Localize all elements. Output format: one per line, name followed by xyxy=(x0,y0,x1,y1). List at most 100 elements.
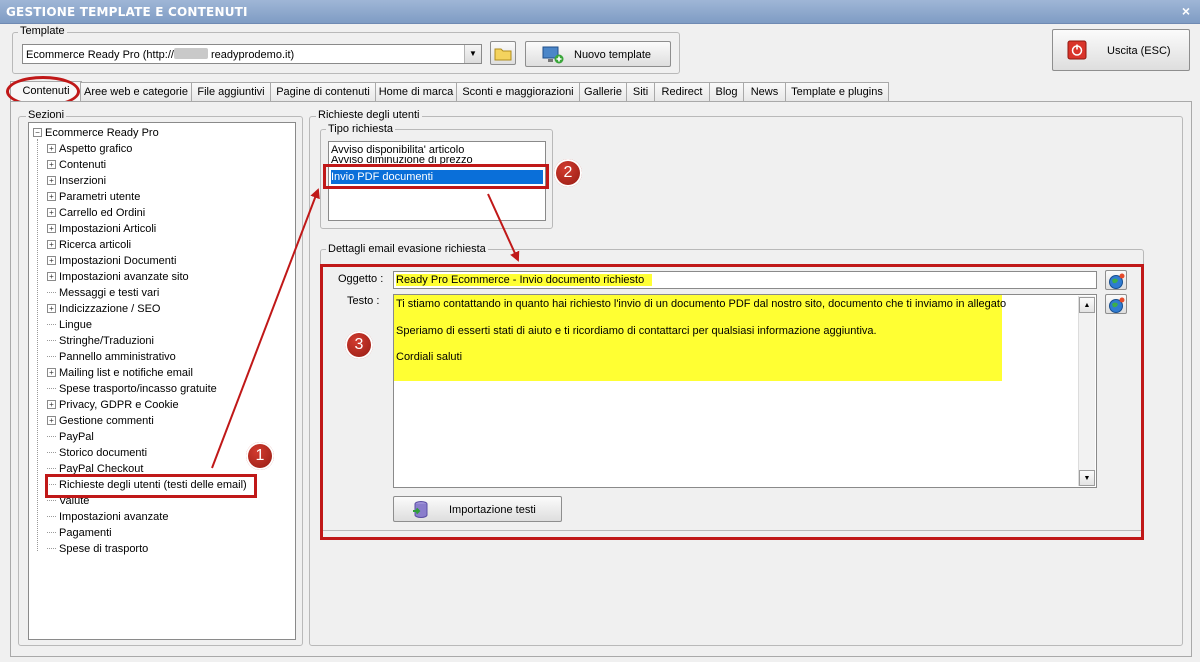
tree-item-label: Gestione commenti xyxy=(59,415,154,427)
tree-item[interactable]: + Impostazioni avanzate sito xyxy=(47,271,189,283)
folder-icon xyxy=(494,48,512,61)
expand-icon[interactable]: + xyxy=(47,400,56,409)
tree-item-label: Indicizzazione / SEO xyxy=(59,303,161,315)
annotation-box-details xyxy=(320,264,1144,540)
exit-label: Uscita (ESC) xyxy=(1107,45,1171,57)
tree-item-label: Ricerca articoli xyxy=(59,239,132,251)
annotation-box-type xyxy=(323,164,549,189)
tree-item[interactable]: + Impostazioni Documenti xyxy=(47,255,176,267)
tree-item-label: Impostazioni avanzate xyxy=(59,511,169,523)
tab-template-plugins[interactable]: Template e plugins xyxy=(785,82,889,102)
expand-icon[interactable]: + xyxy=(47,240,56,249)
expand-icon[interactable]: + xyxy=(47,144,56,153)
tree-connector xyxy=(47,500,56,501)
expand-icon[interactable]: + xyxy=(47,224,56,233)
tree-item[interactable]: Stringhe/Traduzioni xyxy=(47,335,154,347)
type-item[interactable]: Avviso disponibilita' articolo xyxy=(331,144,541,156)
tree-item[interactable]: + Aspetto grafico xyxy=(47,143,132,155)
tab-blog[interactable]: Blog xyxy=(709,82,744,102)
tab-gallerie[interactable]: Gallerie xyxy=(579,82,627,102)
tree-item-label: Impostazioni Documenti xyxy=(59,255,177,267)
template-select[interactable]: Ecommerce Ready Pro (http:// readyprodem… xyxy=(22,44,482,64)
tab-pagine-contenuti[interactable]: Pagine di contenuti xyxy=(270,82,376,102)
tree-item-label: Contenuti xyxy=(59,159,107,171)
annotation-box-tree-item xyxy=(45,474,257,498)
tab-file-aggiuntivi[interactable]: File aggiuntivi xyxy=(191,82,271,102)
collapse-icon[interactable]: − xyxy=(33,128,42,137)
tree-connector xyxy=(47,292,56,293)
expand-icon[interactable]: + xyxy=(47,304,56,313)
tree-item[interactable]: + Privacy, GDPR e Cookie xyxy=(47,399,179,411)
chevron-down-icon[interactable]: ▼ xyxy=(464,45,481,63)
expand-icon[interactable]: + xyxy=(47,192,56,201)
tree-item-label: Pagamenti xyxy=(59,527,112,539)
type-label: Tipo richiesta xyxy=(326,123,396,135)
tree-item[interactable]: Spese trasporto/incasso gratuite xyxy=(47,383,217,395)
tree-item-label: Stringhe/Traduzioni xyxy=(59,335,154,347)
tab-siti[interactable]: Siti xyxy=(626,82,655,102)
tree-item[interactable]: + Impostazioni Articoli xyxy=(47,223,156,235)
power-icon xyxy=(1067,40,1087,60)
tree-item[interactable]: + Carrello ed Ordini xyxy=(47,207,145,219)
tree-item[interactable]: + Inserzioni xyxy=(47,175,106,187)
tree-item-label: Spese trasporto/incasso gratuite xyxy=(59,383,217,395)
badge-step-1: 1 xyxy=(246,442,274,470)
expand-icon[interactable]: + xyxy=(47,176,56,185)
tree-item-label: Pannello amministrativo xyxy=(59,351,176,363)
tree-item[interactable]: + Contenuti xyxy=(47,159,106,171)
tree-item[interactable]: Spese di trasporto xyxy=(47,543,148,555)
expand-icon[interactable]: + xyxy=(47,416,56,425)
tree-item[interactable]: Pannello amministrativo xyxy=(47,351,176,363)
tree-connector xyxy=(47,436,56,437)
tree-item[interactable]: + Gestione commenti xyxy=(47,415,154,427)
tree-item-label: Lingue xyxy=(59,319,93,331)
tree-item[interactable]: Storico documenti xyxy=(47,447,147,459)
badge-step-2: 2 xyxy=(554,159,582,187)
tree-item-label: Carrello ed Ordini xyxy=(59,207,146,219)
tab-sconti[interactable]: Sconti e maggiorazioni xyxy=(456,82,580,102)
tree-item[interactable]: Lingue xyxy=(47,319,92,331)
tab-home-marca[interactable]: Home di marca xyxy=(375,82,457,102)
tab-news[interactable]: News xyxy=(743,82,786,102)
tree-connector xyxy=(47,548,56,549)
type-item[interactable]: Avviso diminuzione di prezzo xyxy=(331,156,541,164)
tree-item[interactable]: + Mailing list e notifiche email xyxy=(47,367,193,379)
exit-button[interactable]: Uscita (ESC) xyxy=(1052,29,1190,71)
add-monitor-icon xyxy=(542,46,564,64)
tab-aree-web[interactable]: Aree web e categorie xyxy=(80,82,192,102)
new-template-button[interactable]: Nuovo template xyxy=(525,41,671,67)
tree-item-label: PayPal xyxy=(59,431,94,443)
tree-item-label: Storico documenti xyxy=(59,447,148,459)
tree-item[interactable]: Impostazioni avanzate xyxy=(47,511,168,523)
tree-item-label: Impostazioni avanzate sito xyxy=(59,271,189,283)
tree-root[interactable]: − Ecommerce Ready Pro xyxy=(33,127,159,139)
expand-icon[interactable]: + xyxy=(47,256,56,265)
tree-connector xyxy=(47,388,56,389)
badge-step-3: 3 xyxy=(345,331,373,359)
tree-item-label: Spese di trasporto xyxy=(59,543,149,555)
template-group-label: Template xyxy=(18,25,67,37)
tree-connector xyxy=(47,324,56,325)
tree-item[interactable]: + Indicizzazione / SEO xyxy=(47,303,161,315)
tree-connector xyxy=(47,340,56,341)
tree-item[interactable]: + Ricerca articoli xyxy=(47,239,131,251)
expand-icon[interactable]: + xyxy=(47,160,56,169)
tree-connector xyxy=(47,468,56,469)
tab-redirect[interactable]: Redirect xyxy=(654,82,710,102)
tree-item[interactable]: PayPal xyxy=(47,431,94,443)
open-folder-button[interactable] xyxy=(490,41,516,65)
template-select-value: Ecommerce Ready Pro (http:// readyprodem… xyxy=(26,48,295,61)
tree-connector xyxy=(47,532,56,533)
expand-icon[interactable]: + xyxy=(47,208,56,217)
sections-tree[interactable]: − Ecommerce Ready Pro + Aspetto grafico + Co… xyxy=(28,122,296,640)
blurred-domain xyxy=(173,48,208,59)
tree-item-label: Mailing list e notifiche email xyxy=(59,367,193,379)
tree-guide-line xyxy=(37,139,38,551)
tree-item[interactable]: + Parametri utente xyxy=(47,191,140,203)
tree-item[interactable]: Pagamenti xyxy=(47,527,112,539)
expand-icon[interactable]: + xyxy=(47,272,56,281)
close-icon[interactable]: × xyxy=(1182,3,1190,19)
expand-icon[interactable]: + xyxy=(47,368,56,377)
requests-label: Richieste degli utenti xyxy=(316,109,422,121)
tree-item[interactable]: Messaggi e testi vari xyxy=(47,287,159,299)
